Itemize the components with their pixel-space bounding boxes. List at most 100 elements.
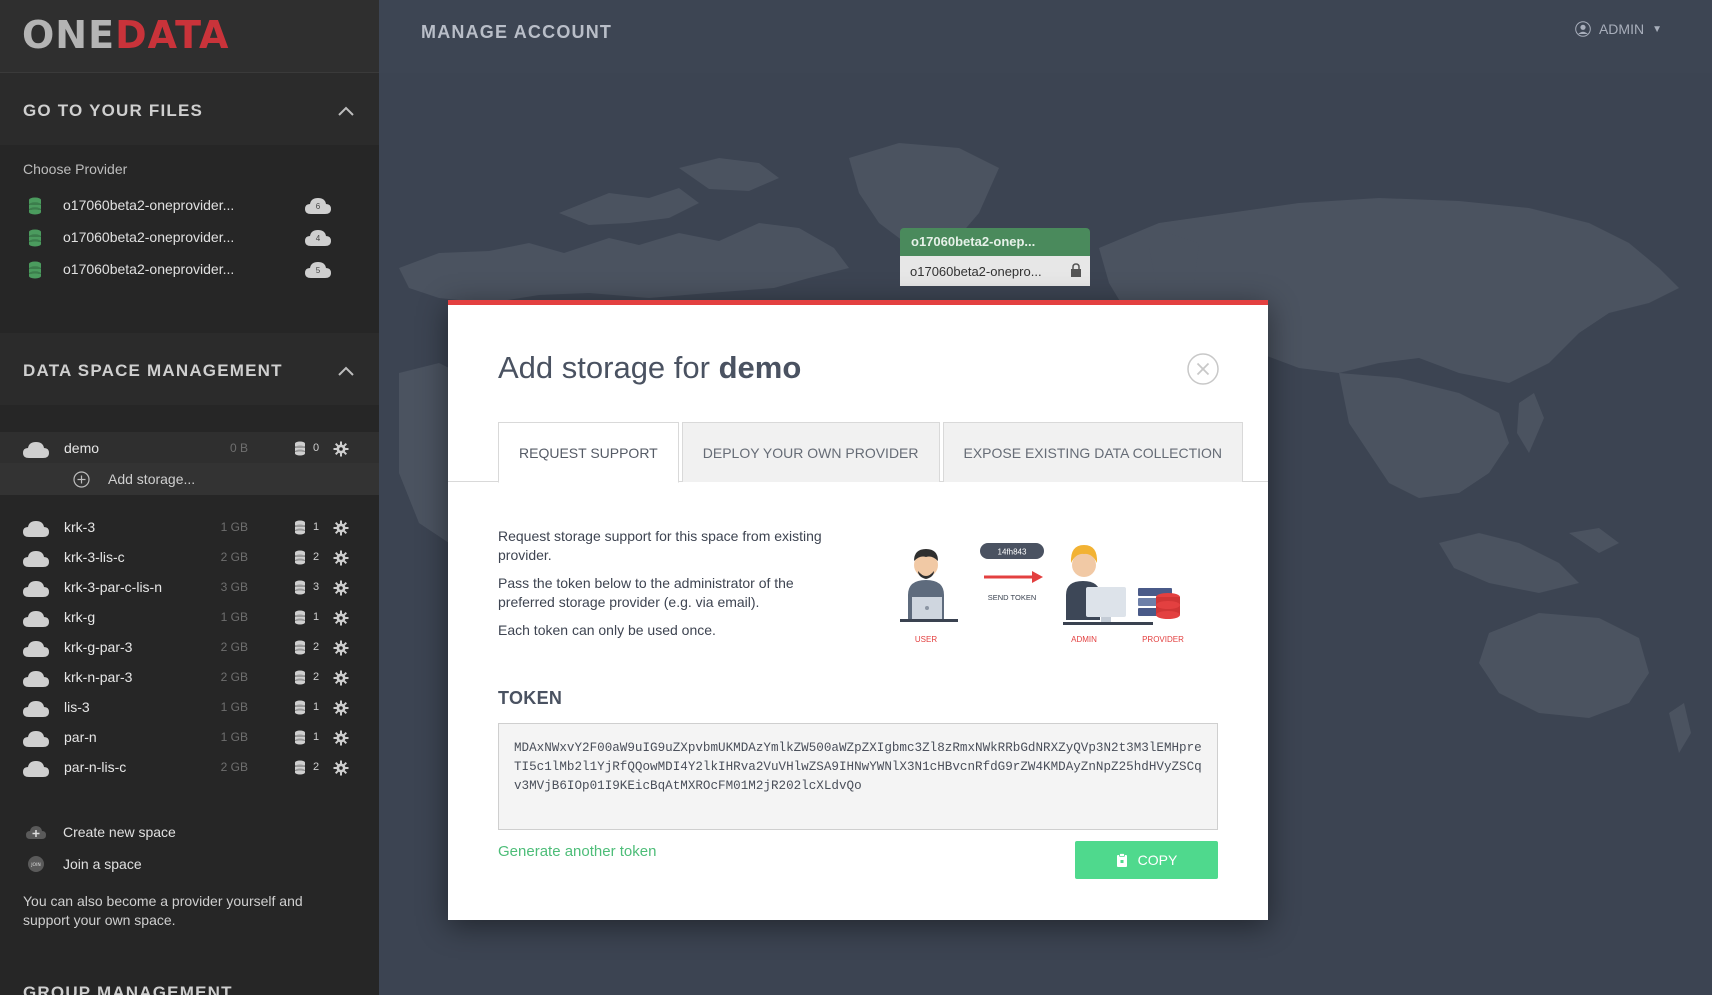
space-storage-count: 2 bbox=[313, 671, 320, 683]
database-icon bbox=[295, 760, 305, 775]
gear-icon[interactable] bbox=[333, 670, 349, 686]
svg-text:JOIN: JOIN bbox=[30, 862, 41, 868]
database-icon bbox=[295, 441, 305, 456]
space-item[interactable]: lis-3 1 GB 1 bbox=[0, 691, 379, 723]
group-section-title[interactable]: GROUP MANAGEMENT bbox=[23, 983, 233, 995]
gear-icon[interactable] bbox=[333, 520, 349, 536]
tab-bar: REQUEST SUPPORT DEPLOY YOUR OWN PROVIDER… bbox=[498, 422, 1246, 483]
token-label: TOKEN bbox=[498, 688, 563, 708]
cloud-icon bbox=[22, 670, 50, 688]
provider-name: o17060beta2-oneprovider... bbox=[63, 229, 235, 245]
copy-button[interactable]: COPY bbox=[1075, 841, 1218, 879]
database-icon bbox=[295, 610, 305, 625]
database-icon bbox=[29, 197, 41, 215]
space-name: krk-3-par-c-lis-n bbox=[64, 579, 162, 595]
gear-icon[interactable] bbox=[333, 550, 349, 566]
database-icon bbox=[295, 700, 305, 715]
chevron-up-icon[interactable] bbox=[337, 363, 355, 381]
space-storage-count: 2 bbox=[313, 761, 320, 773]
provider-popup[interactable]: o17060beta2-onep... o17060beta2-onepro..… bbox=[900, 228, 1090, 286]
gear-icon[interactable] bbox=[333, 610, 349, 626]
space-item[interactable]: krk-g 1 GB 1 bbox=[0, 601, 379, 633]
space-size: 1 GB bbox=[220, 730, 248, 744]
files-section-header[interactable]: GO TO YOUR FILES bbox=[0, 73, 379, 145]
modal-title-prefix: Add storage for bbox=[498, 350, 719, 385]
token-flow-illustration: USER 14fh843 SEND TOKEN ADMIN PROVIDER bbox=[900, 543, 1184, 644]
database-icon bbox=[29, 261, 41, 279]
copy-label: COPY bbox=[1137, 852, 1178, 868]
send-arrow-head bbox=[1032, 571, 1043, 583]
space-item[interactable]: par-n-lis-c 2 GB 2 bbox=[0, 751, 379, 783]
gear-icon[interactable] bbox=[333, 760, 349, 776]
space-item[interactable]: krk-n-par-3 2 GB 2 bbox=[0, 661, 379, 693]
user-icon bbox=[1575, 21, 1591, 37]
space-item[interactable]: demo 0 B 0 bbox=[0, 432, 379, 464]
user-caption: USER bbox=[915, 635, 937, 644]
space-item[interactable]: krk-3-par-c-lis-n 3 GB 3 bbox=[0, 571, 379, 603]
cloud-icon bbox=[22, 520, 50, 538]
spaces-section-header[interactable]: DATA SPACE MANAGEMENT bbox=[0, 333, 379, 405]
join-icon: JOIN bbox=[28, 856, 44, 872]
tab-request-support[interactable]: REQUEST SUPPORT bbox=[498, 422, 679, 483]
logo-data: DATA bbox=[115, 13, 230, 57]
database-icon bbox=[295, 550, 305, 565]
space-item[interactable]: par-n 1 GB 1 bbox=[0, 721, 379, 753]
gear-icon[interactable] bbox=[333, 640, 349, 656]
provider-popup-header[interactable]: o17060beta2-onep... bbox=[900, 228, 1090, 256]
space-item[interactable]: krk-3-lis-c 2 GB 2 bbox=[0, 541, 379, 573]
gear-icon[interactable] bbox=[333, 441, 349, 457]
space-item[interactable]: krk-3 1 GB 1 bbox=[0, 511, 379, 543]
join-space-label: Join a space bbox=[63, 856, 142, 872]
provider-item[interactable]: o17060beta2-oneprovider... 4 bbox=[0, 221, 379, 253]
request-instructions: Request storage support for this space f… bbox=[498, 527, 838, 649]
space-name: krk-3-lis-c bbox=[64, 549, 125, 565]
cloud-icon bbox=[22, 610, 50, 628]
page-title: MANAGE ACCOUNT bbox=[421, 22, 613, 42]
space-storage-count: 1 bbox=[313, 611, 320, 623]
instruction-paragraph: Request storage support for this space f… bbox=[498, 528, 822, 563]
chevron-up-icon[interactable] bbox=[337, 103, 355, 121]
close-icon bbox=[1187, 353, 1219, 385]
space-storage-count: 2 bbox=[313, 641, 320, 653]
database-icon bbox=[295, 730, 305, 745]
create-space-button[interactable]: Create new space bbox=[0, 817, 379, 847]
space-size: 2 GB bbox=[220, 760, 248, 774]
cloud-icon bbox=[22, 730, 50, 748]
provider-item[interactable]: o17060beta2-oneprovider... 6 bbox=[0, 189, 379, 221]
space-size: 2 GB bbox=[220, 550, 248, 564]
choose-provider-label: Choose Provider bbox=[23, 161, 128, 177]
gear-icon[interactable] bbox=[333, 580, 349, 596]
tab-deploy-provider[interactable]: DEPLOY YOUR OWN PROVIDER bbox=[681, 422, 940, 482]
database-icon bbox=[295, 640, 305, 655]
files-section-title: GO TO YOUR FILES bbox=[23, 101, 204, 120]
cloud-icon bbox=[22, 441, 50, 459]
provider-name: o17060beta2-oneprovider... bbox=[63, 197, 235, 213]
provider-popup-item[interactable]: o17060beta2-onepro... bbox=[900, 256, 1090, 286]
user-menu[interactable]: ADMIN ▼ bbox=[1575, 21, 1662, 37]
gear-icon[interactable] bbox=[333, 700, 349, 716]
space-storage-count: 1 bbox=[313, 521, 320, 533]
close-button[interactable] bbox=[1187, 353, 1219, 385]
generate-token-link[interactable]: Generate another token bbox=[498, 843, 656, 860]
cloud-plus-icon bbox=[26, 826, 46, 839]
provider-badge: 6 bbox=[315, 202, 321, 211]
top-bar: MANAGE ACCOUNT ADMIN ▼ bbox=[379, 0, 1712, 73]
caret-down-icon: ▼ bbox=[1652, 23, 1662, 35]
space-name: krk-g bbox=[64, 609, 96, 625]
space-name: par-n-lis-c bbox=[64, 759, 127, 775]
token-pill-text: 14fh843 bbox=[998, 548, 1027, 557]
space-name: krk-n-par-3 bbox=[64, 669, 133, 685]
provider-badge: 4 bbox=[315, 234, 321, 243]
provider-item[interactable]: o17060beta2-oneprovider... 5 bbox=[0, 253, 379, 285]
gear-icon[interactable] bbox=[333, 730, 349, 746]
admin-caption: ADMIN bbox=[1071, 635, 1097, 644]
logo-one: ONE bbox=[22, 13, 116, 57]
onedata-logo[interactable]: ONEDATA bbox=[22, 13, 229, 57]
token-textarea[interactable]: MDAxNWxvY2F00aW9uIG9uZXpvbmUKMDAzYmlkZW5… bbox=[498, 723, 1218, 830]
provider-popup-item-label: o17060beta2-onepro... bbox=[910, 264, 1042, 279]
space-name: krk-3 bbox=[64, 519, 96, 535]
space-item[interactable]: krk-g-par-3 2 GB 2 bbox=[0, 631, 379, 663]
join-space-button[interactable]: JOIN Join a space bbox=[0, 849, 379, 879]
add-storage-button[interactable]: Add storage... bbox=[0, 463, 379, 495]
tab-expose-data-collection[interactable]: EXPOSE EXISTING DATA COLLECTION bbox=[942, 422, 1244, 482]
